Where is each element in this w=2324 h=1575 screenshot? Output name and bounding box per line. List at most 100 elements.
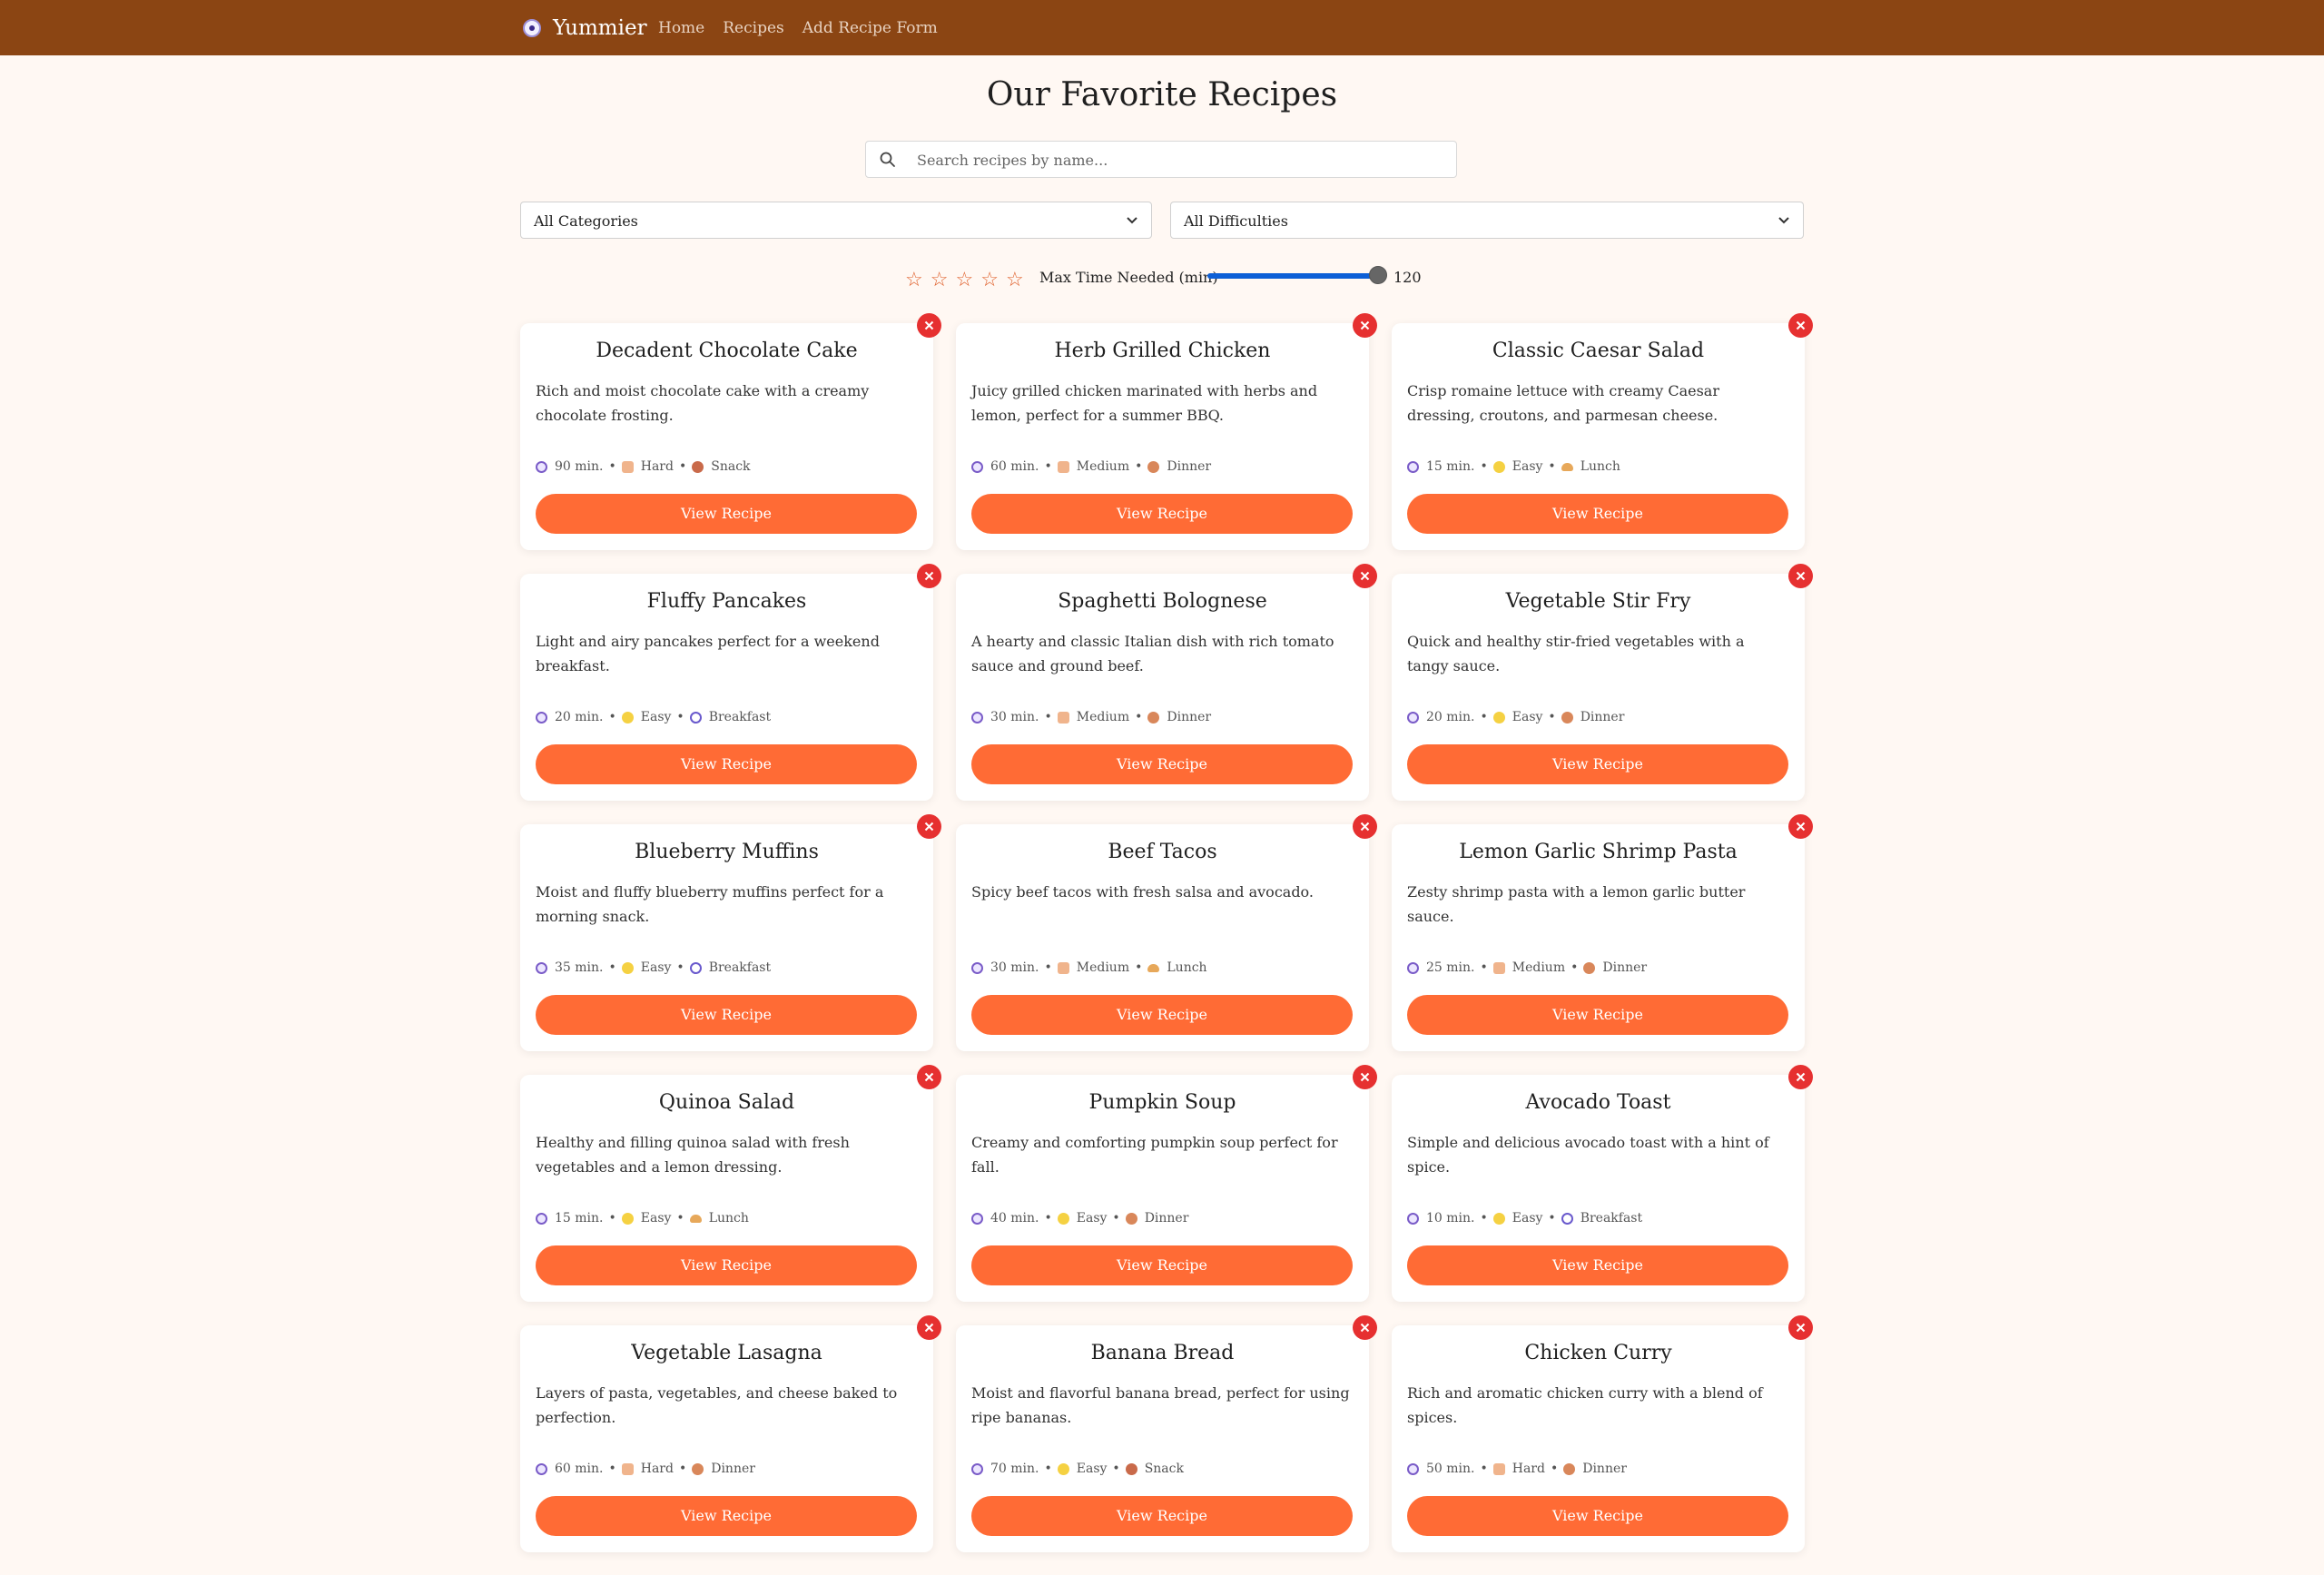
view-recipe-button[interactable]: View Recipe <box>971 995 1353 1035</box>
recipe-meta: 30 min. • Medium • Lunch <box>971 960 1207 975</box>
rating-star-icon[interactable]: ☆ <box>1006 269 1024 292</box>
recipe-time: 70 min. <box>990 1462 1039 1476</box>
timer-icon <box>971 460 983 473</box>
recipe-time: 30 min. <box>990 710 1039 724</box>
recipe-description: Moist and flavorful banana bread, perfec… <box>971 1384 1350 1426</box>
view-recipe-button[interactable]: View Recipe <box>971 744 1353 784</box>
view-recipe-button[interactable]: View Recipe <box>1407 744 1788 784</box>
max-time-slider[interactable] <box>1207 265 1387 287</box>
recipe-title: Fluffy Pancakes <box>646 590 807 613</box>
donut-icon <box>692 460 704 473</box>
bowl-icon <box>1147 963 1160 972</box>
brand[interactable]: Yummier <box>523 0 647 55</box>
view-recipe-button[interactable]: View Recipe <box>971 1245 1353 1285</box>
delete-recipe-button[interactable] <box>1788 1315 1813 1340</box>
breakfast-icon <box>1561 1212 1573 1225</box>
meta-separator: • <box>676 1211 684 1226</box>
timer-icon <box>536 1462 547 1475</box>
recipe-card: Quinoa Salad Healthy and filling quinoa s… <box>520 1065 941 1302</box>
close-icon <box>1360 571 1370 581</box>
delete-recipe-button[interactable] <box>917 1315 941 1340</box>
view-recipe-button[interactable]: View Recipe <box>536 995 917 1035</box>
close-icon <box>1796 571 1806 581</box>
max-time-value: 120 <box>1393 269 1422 286</box>
rating-star-icon[interactable]: ☆ <box>931 269 949 292</box>
meta-separator: • <box>1550 1462 1559 1476</box>
delete-recipe-button[interactable] <box>917 1065 941 1089</box>
close-icon <box>1796 1072 1806 1082</box>
delete-recipe-button[interactable] <box>1353 313 1377 338</box>
view-recipe-button[interactable]: View Recipe <box>1407 1245 1788 1285</box>
nav-link-recipes[interactable]: Recipes <box>723 19 784 37</box>
view-recipe-button[interactable]: View Recipe <box>536 1496 917 1536</box>
view-recipe-button[interactable]: View Recipe <box>971 494 1353 534</box>
recipe-category: Snack <box>711 459 751 474</box>
max-time-label: Max Time Needed (min) <box>1039 269 1218 286</box>
meta-separator: • <box>676 960 684 975</box>
rating-star-icon[interactable]: ☆ <box>905 269 923 292</box>
recipe-title: Pumpkin Soup <box>1088 1091 1236 1114</box>
delete-recipe-button[interactable] <box>917 313 941 338</box>
page-title: Our Favorite Recipes <box>986 76 1338 113</box>
delete-recipe-button[interactable] <box>1788 1065 1813 1089</box>
view-recipe-button[interactable]: View Recipe <box>1407 1496 1788 1536</box>
recipe-time: 30 min. <box>990 960 1039 975</box>
meta-separator: • <box>1112 1462 1120 1476</box>
delete-recipe-button[interactable] <box>1353 1065 1377 1089</box>
close-icon <box>924 822 934 832</box>
meta-separator: • <box>1480 459 1488 474</box>
view-recipe-button[interactable]: View Recipe <box>1407 494 1788 534</box>
meta-separator: • <box>1112 1211 1120 1226</box>
recipe-time: 60 min. <box>990 459 1039 474</box>
delete-recipe-button[interactable] <box>1788 814 1813 839</box>
meta-separator: • <box>1548 1211 1556 1226</box>
nav-link-add-recipe[interactable]: Add Recipe Form <box>803 19 938 37</box>
rating-star-icon[interactable]: ☆ <box>955 269 973 292</box>
delete-recipe-button[interactable] <box>1353 1315 1377 1340</box>
view-recipe-button[interactable]: View Recipe <box>971 1496 1353 1536</box>
recipe-title: Quinoa Salad <box>658 1091 795 1114</box>
timer-icon <box>1407 961 1419 974</box>
delete-recipe-button[interactable] <box>1353 564 1377 588</box>
rating-star-icon[interactable]: ☆ <box>980 269 999 292</box>
meta-separator: • <box>1480 1462 1488 1476</box>
view-recipe-button[interactable]: View Recipe <box>1407 995 1788 1035</box>
delete-recipe-button[interactable] <box>1788 564 1813 588</box>
recipe-category: Dinner <box>1582 1462 1627 1476</box>
recipe-category: Dinner <box>1167 710 1212 724</box>
recipe-description: Layers of pasta, vegetables, and cheese … <box>536 1384 898 1426</box>
recipe-meta: 35 min. • Easy • Breakfast <box>536 960 771 975</box>
slider-thumb[interactable] <box>1369 266 1387 284</box>
meta-separator: • <box>608 1211 616 1226</box>
recipe-meta: 15 min. • Easy • Lunch <box>536 1211 749 1226</box>
delete-recipe-button[interactable] <box>917 564 941 588</box>
recipe-difficulty: Easy <box>640 960 672 975</box>
recipe-category: Dinner <box>1167 459 1212 474</box>
recipe-title: Chicken Curry <box>1524 1342 1672 1364</box>
recipe-time: 10 min. <box>1426 1211 1475 1226</box>
recipe-meta: 20 min. • Easy • Breakfast <box>536 710 771 724</box>
delete-recipe-button[interactable] <box>917 814 941 839</box>
recipe-category: Lunch <box>1167 960 1207 975</box>
recipe-card: Vegetable Stir Fry Quick and healthy stir… <box>1392 564 1813 801</box>
dinner-icon <box>1147 711 1160 724</box>
recipe-category: Lunch <box>708 1211 749 1226</box>
view-recipe-button[interactable]: View Recipe <box>536 494 917 534</box>
nav-link-home[interactable]: Home <box>658 19 704 37</box>
recipe-time: 35 min. <box>555 960 604 975</box>
view-recipe-button[interactable]: View Recipe <box>536 744 917 784</box>
category-select[interactable]: All Categories <box>520 202 1152 239</box>
meta-separator: • <box>676 710 684 724</box>
difficulty-select-value: All Difficulties <box>1184 212 1288 230</box>
meta-separator: • <box>1548 459 1556 474</box>
search-input[interactable] <box>915 142 1445 179</box>
delete-recipe-button[interactable] <box>1353 814 1377 839</box>
category-select-value: All Categories <box>534 212 638 230</box>
smile-icon <box>621 1212 634 1225</box>
delete-recipe-button[interactable] <box>1788 313 1813 338</box>
difficulty-select[interactable]: All Difficulties <box>1170 202 1804 239</box>
recipe-meta: 15 min. • Easy • Lunch <box>1407 459 1620 474</box>
view-recipe-button[interactable]: View Recipe <box>536 1245 917 1285</box>
close-icon <box>924 1072 934 1082</box>
close-icon <box>1360 1323 1370 1333</box>
